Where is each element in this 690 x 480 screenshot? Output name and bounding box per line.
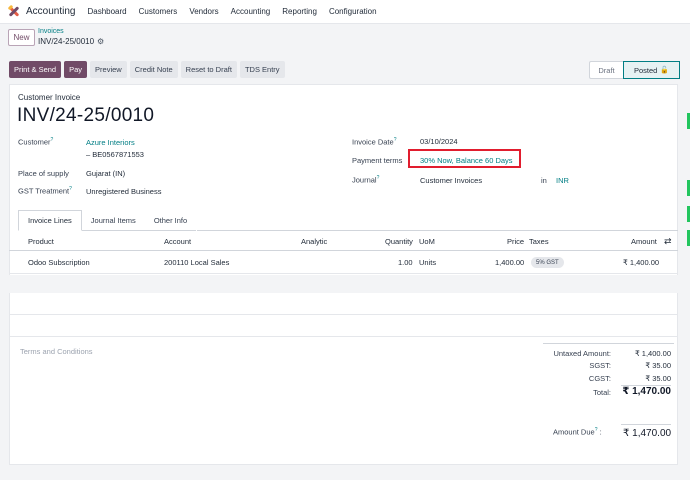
nav-accounting[interactable]: Accounting <box>231 7 271 16</box>
place-of-supply-field[interactable]: Gujarat (IN) <box>86 169 125 178</box>
col-quantity[interactable]: Quantity <box>385 237 413 246</box>
total-divider <box>621 385 671 386</box>
status-bar: Draft Posted 🔓 <box>589 61 680 79</box>
cell-tax-badge[interactable]: 5% GST <box>531 257 564 268</box>
app-name[interactable]: Accounting <box>26 6 75 17</box>
credit-note-button[interactable]: Credit Note <box>129 61 178 78</box>
help-mark: ? <box>393 137 397 143</box>
help-mark: ? <box>69 186 72 192</box>
optional-columns-icon[interactable]: ⇄ <box>664 236 672 247</box>
breadcrumb-current: INV/24-25/0010 ⚙ <box>38 37 104 46</box>
cell-uom[interactable]: Units <box>419 258 436 267</box>
totals-panel: Untaxed Amount: ₹ 1,400.00 SGST: ₹ 35.00… <box>543 343 674 400</box>
col-product[interactable]: Product <box>28 237 54 246</box>
action-buttons: Print & Send Pay Preview Credit Note Res… <box>9 61 285 78</box>
invoice-number: INV/24-25/0010 <box>17 105 155 126</box>
cell-account[interactable]: 200110 Local Sales <box>164 258 229 267</box>
total-label: Total: <box>593 388 611 397</box>
place-of-supply-label: Place of supply <box>18 169 69 178</box>
new-button[interactable]: New <box>8 29 35 46</box>
invoice-date-label-text: Invoice Date <box>352 137 394 147</box>
table-divider <box>9 336 678 337</box>
breadcrumb-current-label: INV/24-25/0010 <box>38 37 95 46</box>
cgst-label: CGST: <box>588 374 611 383</box>
nav-vendors[interactable]: Vendors <box>189 7 218 16</box>
currency-field[interactable]: INR <box>556 176 569 185</box>
help-mark: ? <box>594 427 598 433</box>
customer-vat: – BE0567871553 <box>86 150 144 159</box>
pay-button[interactable]: Pay <box>64 61 88 78</box>
gst-treatment-label: GST Treatment? <box>18 186 72 196</box>
nav-reporting[interactable]: Reporting <box>282 7 317 16</box>
sgst-value: ₹ 35.00 <box>645 361 671 370</box>
amount-due-value: ₹ 1,470.00 <box>623 428 672 439</box>
breadcrumb-invoices[interactable]: Invoices <box>38 28 64 35</box>
table-divider <box>9 314 678 315</box>
nav-dashboard[interactable]: Dashboard <box>87 7 126 16</box>
help-mark: ? <box>376 175 380 181</box>
customer-name-field[interactable]: Azure Interiors <box>86 138 135 147</box>
gear-icon[interactable]: ⚙ <box>97 37 104 46</box>
lock-icon: 🔓 <box>660 67 670 74</box>
nav-customers[interactable]: Customers <box>139 7 178 16</box>
accounting-logo-icon[interactable] <box>7 4 20 18</box>
table-row[interactable]: Odoo Subscription 200110 Local Sales 1.0… <box>9 252 678 274</box>
payment-terms-highlight <box>408 149 521 168</box>
preview-button[interactable]: Preview <box>90 61 127 78</box>
untaxed-label: Untaxed Amount: <box>553 349 611 358</box>
tab-invoice-lines[interactable]: Invoice Lines <box>18 210 82 231</box>
invoice-date-field[interactable]: 03/10/2024 <box>420 137 458 146</box>
payment-terms-label: Payment terms <box>352 156 403 165</box>
nav-configuration[interactable]: Configuration <box>329 7 377 16</box>
reset-to-draft-button[interactable]: Reset to Draft <box>180 61 237 78</box>
untaxed-value: ₹ 1,400.00 <box>634 349 671 358</box>
status-posted[interactable]: Posted 🔓 <box>623 61 680 79</box>
print-send-button[interactable]: Print & Send <box>9 61 62 78</box>
col-analytic[interactable]: Analytic <box>301 237 327 246</box>
total-value: ₹ 1,470.00 <box>622 386 671 397</box>
form-kind-label: Customer Invoice <box>18 93 81 102</box>
in-label: in <box>541 176 547 185</box>
top-navbar: Accounting Dashboard Customers Vendors A… <box>0 0 690 24</box>
customer-label: Customer? <box>18 137 53 147</box>
journal-label-text: Journal <box>352 175 377 185</box>
col-taxes[interactable]: Taxes <box>529 237 549 246</box>
tab-divider <box>197 230 678 231</box>
cgst-value: ₹ 35.00 <box>645 374 671 383</box>
cell-price[interactable]: 1,400.00 <box>495 258 524 267</box>
table-header: Product Account Analytic Quantity UoM Pr… <box>9 233 678 251</box>
cell-quantity[interactable]: 1.00 <box>398 258 413 267</box>
empty-row <box>9 275 678 293</box>
status-posted-label: Posted <box>633 65 658 75</box>
sgst-label: SGST: <box>589 361 611 370</box>
invoice-date-label: Invoice Date? <box>352 137 396 147</box>
gst-treatment-label-text: GST Treatment <box>18 186 70 196</box>
tab-other-info[interactable]: Other Info <box>144 210 197 231</box>
tds-entry-button[interactable]: TDS Entry <box>239 61 285 78</box>
cell-product[interactable]: Odoo Subscription <box>28 258 90 267</box>
amount-due-label: Amount Due? : <box>553 427 602 437</box>
status-draft[interactable]: Draft <box>589 61 623 79</box>
notebook-tabs: Invoice Lines Journal Items Other Info <box>18 210 197 231</box>
col-price[interactable]: Price <box>507 237 524 246</box>
col-amount[interactable]: Amount <box>631 237 657 246</box>
col-account[interactable]: Account <box>164 237 191 246</box>
help-mark: ? <box>50 137 54 143</box>
tab-journal-items[interactable]: Journal Items <box>81 210 145 231</box>
amount-due-label-text: Amount Due <box>553 427 595 437</box>
journal-field[interactable]: Customer Invoices <box>420 176 482 185</box>
gst-treatment-field[interactable]: Unregistered Business <box>86 187 161 196</box>
amount-due-divider <box>621 424 671 425</box>
terms-conditions-field[interactable]: Terms and Conditions <box>20 347 93 356</box>
customer-label-text: Customer <box>18 137 51 147</box>
journal-label: Journal? <box>352 175 379 185</box>
cell-amount: ₹ 1,400.00 <box>623 258 660 267</box>
col-uom[interactable]: UoM <box>419 237 435 246</box>
